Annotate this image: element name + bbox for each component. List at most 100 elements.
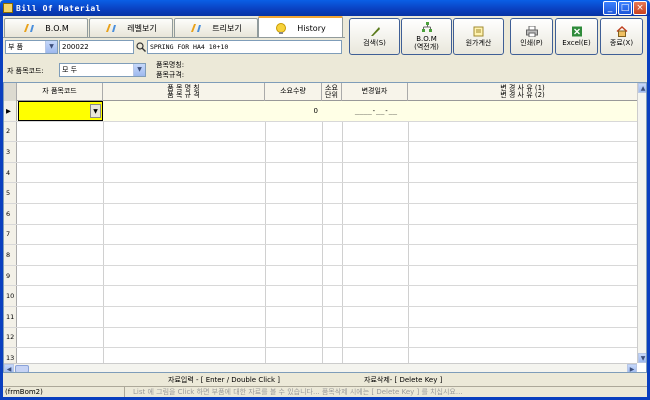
table-row[interactable]: 2 xyxy=(4,121,637,143)
col-header-item-spec-label: 품 목 규 격 xyxy=(167,91,200,99)
minimize-button[interactable]: _ xyxy=(603,1,617,15)
grid-rows: ▶ ▼ 0 ____-__-__ 2 3 4 5 6 7 8 9 10 11 12 13 xyxy=(4,101,637,369)
history-grid[interactable]: 자 품목코드 품 목 명 칭 품 목 규 격 소요수량 소요 단위 변경일자 변… xyxy=(3,82,647,373)
col-header-date[interactable]: 변경일자 xyxy=(342,83,408,101)
row-indicator: ▶ xyxy=(4,101,17,121)
table-row[interactable]: 9 xyxy=(4,265,637,287)
pencil-icon xyxy=(23,23,35,33)
print-button[interactable]: 인쇄(P) xyxy=(510,18,553,55)
row-number: 12 xyxy=(4,327,17,348)
child-code-value: 모 두 xyxy=(62,66,78,74)
exit-button[interactable]: 종료(X) xyxy=(600,18,643,55)
col-header-child-code[interactable]: 자 품목코드 xyxy=(17,83,103,101)
status-bar: (frmBom2) List 에 그림을 Click 하면 부품에 대한 자료를… xyxy=(3,386,647,397)
tree-icon xyxy=(421,22,433,33)
item-name-label: 품목명칭: xyxy=(156,61,185,69)
row-number: 8 xyxy=(4,245,17,265)
cost-button-label: 원가계산 xyxy=(465,39,492,47)
vertical-scrollbar[interactable]: ▲ ▼ xyxy=(637,83,646,363)
col-header-reason[interactable]: 변 경 사 유 (1) 변 경 사 유 (2) xyxy=(408,83,637,101)
scroll-up-icon[interactable]: ▲ xyxy=(638,83,646,93)
tab-bom-label: B.O.M xyxy=(45,23,69,33)
chevron-down-icon[interactable]: ▼ xyxy=(133,64,145,76)
row-number: 7 xyxy=(4,224,17,245)
scroll-right-icon[interactable]: ▶ xyxy=(627,364,637,372)
memo-icon xyxy=(473,26,485,37)
scroll-left-icon[interactable]: ◀ xyxy=(4,364,14,372)
table-row[interactable]: 5 xyxy=(4,183,637,204)
delete-hint: 자료삭제- [ Delete Key ] xyxy=(364,376,443,384)
row-number: 10 xyxy=(4,286,17,306)
child-code-cell[interactable]: ▼ xyxy=(18,101,103,121)
chevron-down-icon[interactable]: ▼ xyxy=(90,104,101,118)
table-row[interactable]: 4 xyxy=(4,162,637,184)
grid-header: 자 품목코드 품 목 명 칭 품 목 규 격 소요수량 소요 단위 변경일자 변… xyxy=(4,83,637,101)
chevron-down-icon[interactable]: ▼ xyxy=(45,41,57,53)
item-type-value: 부 품 xyxy=(8,43,24,51)
item-code-input[interactable]: 200022 xyxy=(59,40,134,54)
tab-history-label: History xyxy=(297,23,326,33)
bom-button-label-2: (역전개) xyxy=(414,43,439,51)
search-icon[interactable] xyxy=(135,40,147,54)
pencil-icon xyxy=(190,23,202,33)
tab-level-label: 레벨보기 xyxy=(127,23,157,33)
qty-cell[interactable]: 0 xyxy=(266,101,318,121)
excel-icon xyxy=(571,26,583,37)
child-code-label: 자 품목코드: xyxy=(7,67,44,75)
table-row[interactable]: 8 xyxy=(4,245,637,266)
search-button[interactable]: 검색(S) xyxy=(349,18,400,55)
col-header-reason-2-label: 변 경 사 유 (2) xyxy=(500,91,545,99)
tab-panel-border xyxy=(3,37,345,38)
excel-button[interactable]: Excel(E) xyxy=(555,18,598,55)
feather-icon xyxy=(369,26,381,37)
tab-tree-label: 트리보기 xyxy=(212,23,242,33)
scroll-thumb[interactable] xyxy=(15,365,29,372)
tab-tree-view[interactable]: 트리보기 xyxy=(174,18,258,37)
bom-reverse-button[interactable]: B.O.M (역전개) xyxy=(401,18,452,55)
table-row[interactable]: 7 xyxy=(4,224,637,246)
home-icon xyxy=(616,26,628,37)
header-corner xyxy=(4,83,17,101)
row-number: 4 xyxy=(4,162,17,183)
table-row[interactable]: 10 xyxy=(4,286,637,307)
cost-calc-button[interactable]: 원가계산 xyxy=(453,18,504,55)
search-button-label: 검색(S) xyxy=(363,39,386,47)
table-row-active[interactable]: ▶ ▼ 0 ____-__-__ xyxy=(4,101,637,122)
date-cell[interactable]: ____-__-__ xyxy=(343,101,409,121)
horizontal-scrollbar[interactable]: ◀ ▶ xyxy=(4,363,637,372)
status-message: List 에 그림을 Click 하면 부품에 대한 자료를 볼 수 있습니다.… xyxy=(133,388,463,396)
close-button[interactable]: × xyxy=(633,1,647,15)
col-header-child-code-label: 자 품목코드 xyxy=(42,87,77,96)
printer-icon xyxy=(525,25,538,38)
col-header-qty[interactable]: 소요수량 xyxy=(265,83,322,101)
item-type-combo[interactable]: 부 품 ▼ xyxy=(5,40,58,54)
col-header-item-name[interactable]: 품 목 명 칭 품 목 규 격 xyxy=(103,83,265,101)
table-row[interactable]: 3 xyxy=(4,142,637,163)
row-number: 6 xyxy=(4,203,17,224)
form-name: (frmBom2) xyxy=(3,387,125,397)
item-name-field[interactable]: SPRING FOR HA4 10+10 xyxy=(147,40,342,54)
exit-button-label: 종료(X) xyxy=(609,39,634,47)
table-row[interactable]: 12 xyxy=(4,327,637,349)
excel-button-label: Excel(E) xyxy=(562,39,591,47)
table-row[interactable]: 11 xyxy=(4,306,637,328)
window-title: Bill Of Material xyxy=(16,3,102,13)
input-hint: 자료입력 - [ Enter / Double Click ] xyxy=(168,376,280,384)
pencil-icon xyxy=(105,23,117,33)
scroll-down-icon[interactable]: ▼ xyxy=(638,353,646,363)
row-number: 3 xyxy=(4,142,17,162)
child-code-combo[interactable]: 모 두 ▼ xyxy=(59,63,146,77)
maximize-button[interactable]: □ xyxy=(618,1,632,15)
lightbulb-icon xyxy=(275,23,287,34)
tab-bom[interactable]: B.O.M xyxy=(4,18,88,37)
title-bar: Bill Of Material _ □ × xyxy=(0,0,650,16)
col-header-qty-label: 소요수량 xyxy=(280,87,306,96)
table-row[interactable]: 6 xyxy=(4,203,637,225)
row-number: 5 xyxy=(4,183,17,203)
col-header-unit-label-2: 단위 xyxy=(325,91,338,99)
row-number: 2 xyxy=(4,121,17,142)
col-header-unit[interactable]: 소요 단위 xyxy=(322,83,342,101)
tab-history[interactable]: History xyxy=(258,16,343,38)
row-number: 9 xyxy=(4,265,17,286)
tab-level-view[interactable]: 레벨보기 xyxy=(89,18,173,37)
